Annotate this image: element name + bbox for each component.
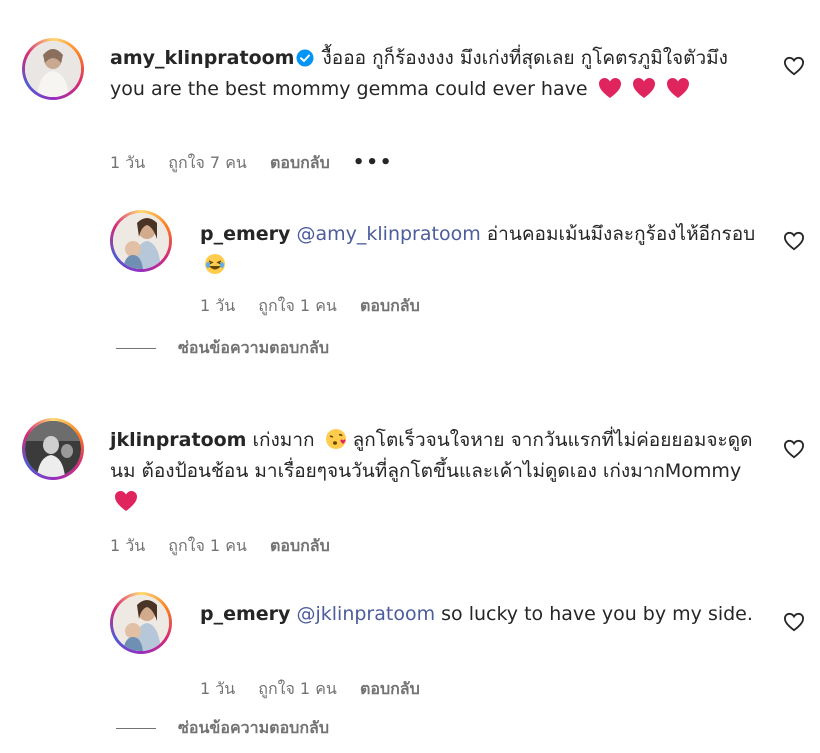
divider-line (116, 348, 156, 349)
divider-line (116, 728, 156, 729)
heart-emoji-icon (632, 78, 655, 98)
laughing-emoji-icon (205, 254, 225, 274)
comment-meta: 1 วัน ถูกใจ 1 คน ตอบกลับ (110, 534, 348, 559)
reply-mention[interactable]: @jklinpratoom (296, 603, 435, 625)
kissing-heart-emoji-icon (325, 429, 346, 449)
comment-meta: 1 วัน ถูกใจ 7 คน ตอบกลับ ••• (110, 151, 411, 176)
comment-username[interactable]: amy_klinpratoom (110, 47, 294, 69)
heart-emoji-icon (115, 491, 137, 511)
reply-username[interactable]: p_emery (200, 603, 290, 625)
comment-time[interactable]: 1 วัน (110, 153, 145, 172)
comment-likes[interactable]: ถูกใจ 7 คน (168, 153, 247, 172)
verified-badge-icon (296, 49, 314, 67)
avatar-amy[interactable] (22, 38, 84, 100)
like-heart-icon[interactable] (783, 56, 805, 76)
heart-emoji-icon (598, 78, 621, 98)
like-heart-icon[interactable] (783, 612, 805, 632)
reply-meta: 1 วัน ถูกใจ 1 คน ตอบกลับ (200, 677, 438, 702)
hide-replies-label: ซ่อนข้อความตอบกลับ (178, 718, 329, 737)
reply-body: so lucky to have you by my side. (441, 603, 753, 625)
reply-username[interactable]: p_emery (200, 223, 290, 245)
reply-likes[interactable]: ถูกใจ 1 คน (258, 296, 337, 315)
reply-time[interactable]: 1 วัน (200, 296, 235, 315)
hide-replies-button[interactable]: ซ่อนข้อความตอบกลับ (116, 716, 329, 741)
like-heart-icon[interactable] (783, 231, 805, 251)
reply-meta: 1 วัน ถูกใจ 1 คน ตอบกลับ (200, 294, 438, 319)
avatar-p-emery[interactable] (110, 210, 172, 272)
comment-text: amy_klinpratoom งื้อออ กูก็ร้องงงง มึงเก… (110, 43, 760, 105)
hide-replies-button[interactable]: ซ่อนข้อความตอบกลับ (116, 336, 329, 361)
comment-body-a: เก่งมาก (252, 429, 315, 451)
avatar-jklinpratoom[interactable] (22, 418, 84, 480)
reply-likes[interactable]: ถูกใจ 1 คน (258, 679, 337, 698)
reply-button[interactable]: ตอบกลับ (360, 679, 420, 698)
reply-button[interactable]: ตอบกลับ (270, 536, 330, 555)
more-options-button[interactable]: ••• (353, 152, 394, 173)
reply-mention[interactable]: @amy_klinpratoom (296, 223, 480, 245)
comment-time[interactable]: 1 วัน (110, 536, 145, 555)
avatar-p-emery[interactable] (110, 592, 172, 654)
hide-replies-label: ซ่อนข้อความตอบกลับ (178, 338, 329, 357)
reply-button[interactable]: ตอบกลับ (360, 296, 420, 315)
comment-text: jklinpratoom เก่งมาก ลูกโตเร็วจนใจหาย จา… (110, 425, 760, 518)
reply-text: p_emery @amy_klinpratoom อ่านคอมเม้นมึงล… (200, 219, 760, 281)
reply-button[interactable]: ตอบกลับ (270, 153, 330, 172)
comment-likes[interactable]: ถูกใจ 1 คน (168, 536, 247, 555)
reply-time[interactable]: 1 วัน (200, 679, 235, 698)
like-heart-icon[interactable] (783, 439, 805, 459)
reply-text: p_emery @jklinpratoom so lucky to have y… (200, 599, 760, 630)
comment-username[interactable]: jklinpratoom (110, 429, 246, 451)
heart-emoji-icon (666, 78, 689, 98)
reply-body: อ่านคอมเม้นมึงละกูร้องไห้อีกรอบ (486, 223, 756, 245)
